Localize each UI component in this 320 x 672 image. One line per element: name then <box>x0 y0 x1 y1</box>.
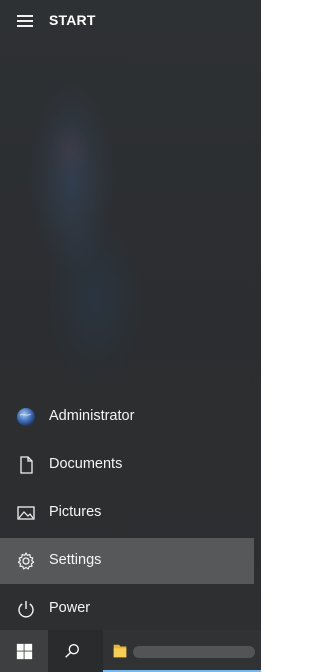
taskbar-window-title-blurred <box>133 646 255 658</box>
taskbar <box>0 630 261 672</box>
windows-logo-icon <box>16 643 33 660</box>
menu-item-label: Documents <box>49 456 123 472</box>
menu-item-label: Settings <box>49 552 102 568</box>
user-avatar-icon <box>17 408 35 426</box>
file-explorer-taskbar-button[interactable] <box>103 630 261 672</box>
start-button[interactable] <box>0 630 48 672</box>
gear-icon <box>17 552 35 570</box>
menu-item-pictures[interactable]: Pictures <box>0 490 261 536</box>
search-icon <box>65 644 79 658</box>
menu-item-power[interactable]: Power <box>0 586 261 632</box>
start-menu-header: START <box>0 0 261 40</box>
menu-item-documents[interactable]: Documents <box>0 442 261 488</box>
start-menu: START Administrator Documents Pictures S… <box>0 0 261 630</box>
document-icon <box>20 456 33 474</box>
menu-item-label: Power <box>49 600 91 616</box>
start-menu-title: START <box>49 12 96 28</box>
menu-item-label: Pictures <box>49 504 102 520</box>
file-explorer-icon <box>113 644 127 658</box>
pictures-icon <box>17 506 35 520</box>
power-icon <box>18 601 34 618</box>
menu-item-settings[interactable]: Settings <box>0 538 254 584</box>
menu-item-administrator[interactable]: Administrator <box>0 394 261 440</box>
search-button[interactable] <box>48 630 96 672</box>
menu-item-label: Administrator <box>49 408 135 424</box>
hamburger-menu-icon[interactable] <box>17 15 33 27</box>
